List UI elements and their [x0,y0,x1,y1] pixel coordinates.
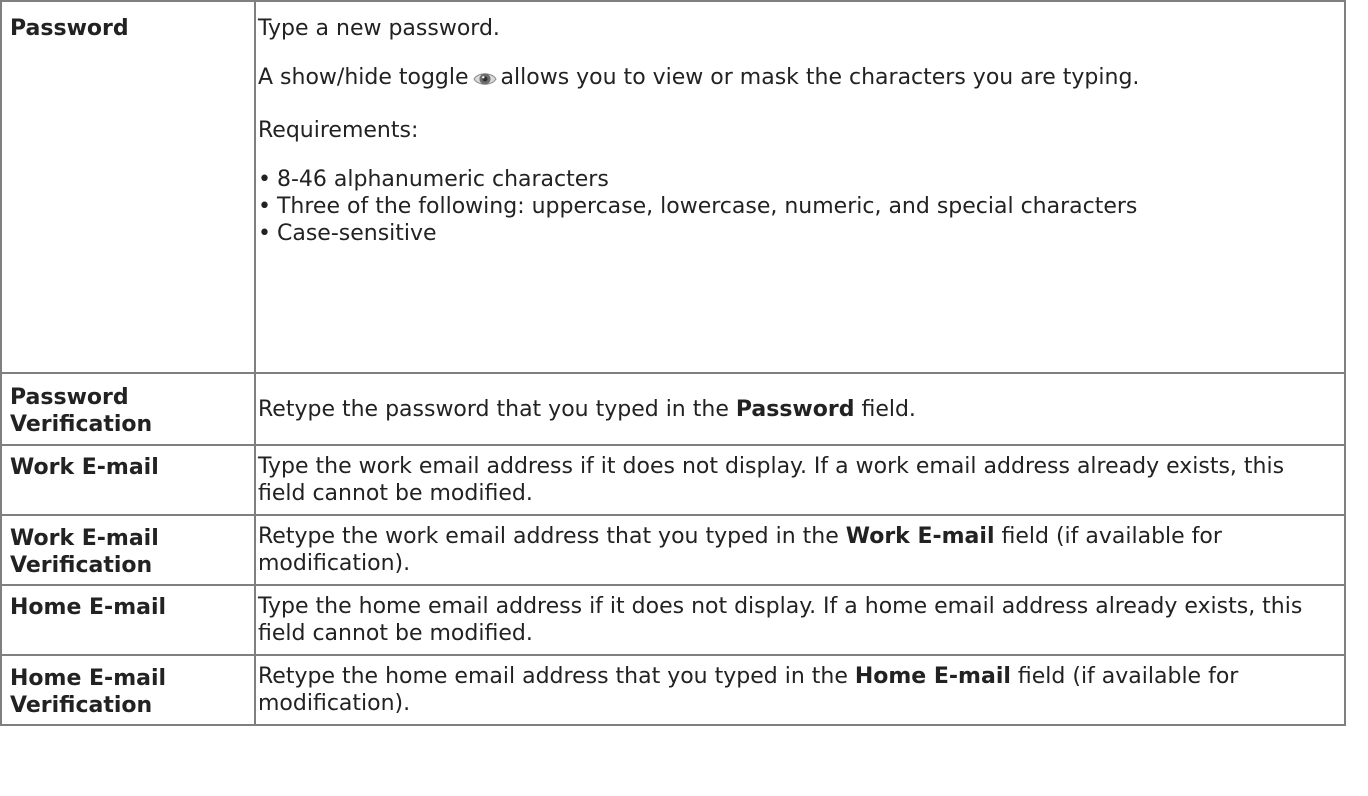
field-label-home-email-verification: Home E-mail Verification [0,654,256,726]
list-item: • Three of the following: uppercase, lowe… [258,193,1334,220]
field-label-work-email-verification: Work E-mail Verification [0,514,256,586]
table-row: Home E-mail Type the home email address … [0,584,1346,656]
requirement-text: Three of the following: uppercase, lower… [276,194,1138,219]
description-text: Retype the work email address that you t… [258,524,846,549]
table-row: Home E-mail Verification Retype the home… [0,654,1346,726]
field-description-home-email: Type the home email address if it does n… [254,584,1346,656]
bullet: • [258,221,271,246]
table-row: Password Type a new password. A show/hid… [0,0,1346,374]
list-item: • 8-46 alphanumeric characters [258,166,1334,193]
requirement-text: Case-sensitive [276,221,437,246]
requirements-heading: Requirements: [258,118,419,143]
field-reference: Home E-mail [854,664,1011,689]
list-item: • Case-sensitive [258,220,1334,247]
field-reference: Password [735,396,855,422]
requirements-list: • 8-46 alphanumeric characters • Three of … [258,166,1334,247]
field-label-password-verification: Password Verification [0,372,256,446]
field-label-work-email: Work E-mail [0,444,256,516]
description-text: A show/hide toggle allows you to view or … [258,64,1334,95]
field-description-password: Type a new password. A show/hide toggle a… [254,0,1346,374]
table-row: Work E-mail Type the work email address … [0,444,1346,516]
field-description-table: Password Type a new password. A show/hid… [0,0,1346,726]
bullet: • [258,167,271,192]
description-text: field. [854,396,916,422]
description-text: Type a new password. [258,16,500,41]
field-description-password-verification: Retype the password that you typed in th… [254,372,1346,446]
field-description-work-email: Type the work email address if it does n… [254,444,1346,516]
field-reference: Work E-mail [845,524,995,549]
eye-icon [472,68,497,95]
description-text: Retype the password that you typed in th… [258,396,736,422]
toggle-text-before: A show/hide toggle [258,65,469,90]
field-description-work-email-verification: Retype the work email address that you t… [254,514,1346,586]
toggle-text-after: allows you to view or mask the character… [500,65,1140,90]
field-description-home-email-verification: Retype the home email address that you t… [254,654,1346,726]
requirement-text: 8-46 alphanumeric characters [276,167,609,192]
field-label-password: Password [0,0,256,374]
table-row: Work E-mail Verification Retype the work… [0,514,1346,586]
table-row: Password Verification Retype the passwor… [0,372,1346,446]
bullet: • [258,194,271,219]
field-label-home-email: Home E-mail [0,584,256,656]
description-text: Retype the home email address that you t… [258,664,855,689]
